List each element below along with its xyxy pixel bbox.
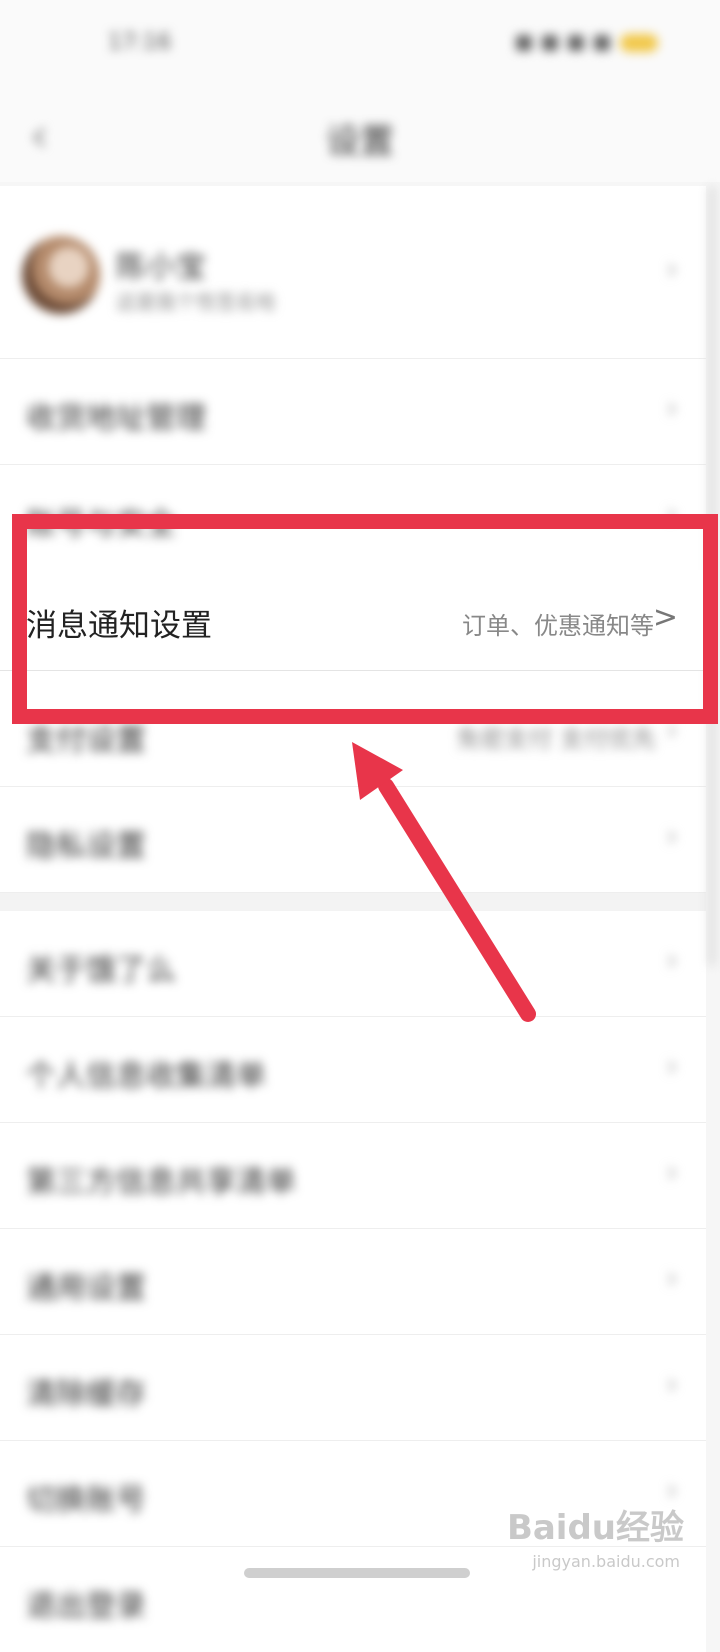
row-value: 免密支付 支付优先 (456, 725, 656, 753)
watermark-logo: Baidu经验 (506, 1508, 684, 1548)
chevron-right-icon: › (666, 391, 678, 426)
row-label: 关于饿了么 (26, 953, 176, 988)
signal-icon (516, 35, 532, 51)
row-label: 第三方信息共享清单 (26, 1165, 296, 1200)
chevron-right-icon: › (666, 1261, 678, 1296)
highlight-box (12, 514, 718, 724)
row-label: 退出登录 (26, 1589, 146, 1624)
settings-row-info-collection[interactable]: 个人信息收集清单 › (0, 1017, 706, 1123)
chevron-right-icon: › (666, 819, 678, 854)
status-time: 17:16 (108, 30, 172, 55)
settings-row-third-party[interactable]: 第三方信息共享清单 › (0, 1123, 706, 1229)
row-label: 收货地址管理 (26, 401, 206, 436)
settings-row-about[interactable]: 关于饿了么 › (0, 911, 706, 1017)
profile-name: 陈小宝 (116, 250, 206, 285)
nav-bar: ‹ 设置 (0, 92, 720, 182)
avatar (22, 236, 100, 314)
battery-icon (620, 34, 658, 52)
settings-row-address[interactable]: 收货地址管理 › (0, 359, 706, 465)
status-bar: 17:16 (0, 0, 720, 92)
chevron-right-icon: › (666, 943, 678, 978)
watermark-url: jingyan.baidu.com (532, 1552, 680, 1571)
home-indicator[interactable] (244, 1568, 470, 1578)
network-icon (568, 35, 584, 51)
status-icons (516, 34, 658, 52)
chevron-right-icon: › (666, 252, 678, 287)
settings-row-cache[interactable]: 清除缓存 › (0, 1335, 706, 1441)
settings-list: 陈小宝 这是我个性签名哈 › 收货地址管理 › 账号与安全 › 支付设置 免密支… (0, 186, 706, 1652)
row-label: 个人信息收集清单 (26, 1059, 266, 1094)
row-label: 隐私设置 (26, 829, 146, 864)
chevron-right-icon: › (666, 1049, 678, 1084)
speed-icon (594, 35, 610, 51)
settings-row-general[interactable]: 通用设置 › (0, 1229, 706, 1335)
wifi-icon (542, 35, 558, 51)
row-label: 切换账号 (26, 1483, 146, 1518)
page-title: 设置 (326, 122, 394, 162)
chevron-right-icon: › (666, 1367, 678, 1402)
profile-row[interactable]: 陈小宝 这是我个性签名哈 › (0, 186, 706, 359)
settings-row-privacy[interactable]: 隐私设置 › (0, 787, 706, 893)
group-divider (0, 893, 706, 911)
row-label: 清除缓存 (26, 1377, 146, 1412)
row-label: 通用设置 (26, 1271, 146, 1306)
profile-subtitle: 这是我个性签名哈 (116, 290, 276, 314)
chevron-right-icon: › (666, 1155, 678, 1190)
